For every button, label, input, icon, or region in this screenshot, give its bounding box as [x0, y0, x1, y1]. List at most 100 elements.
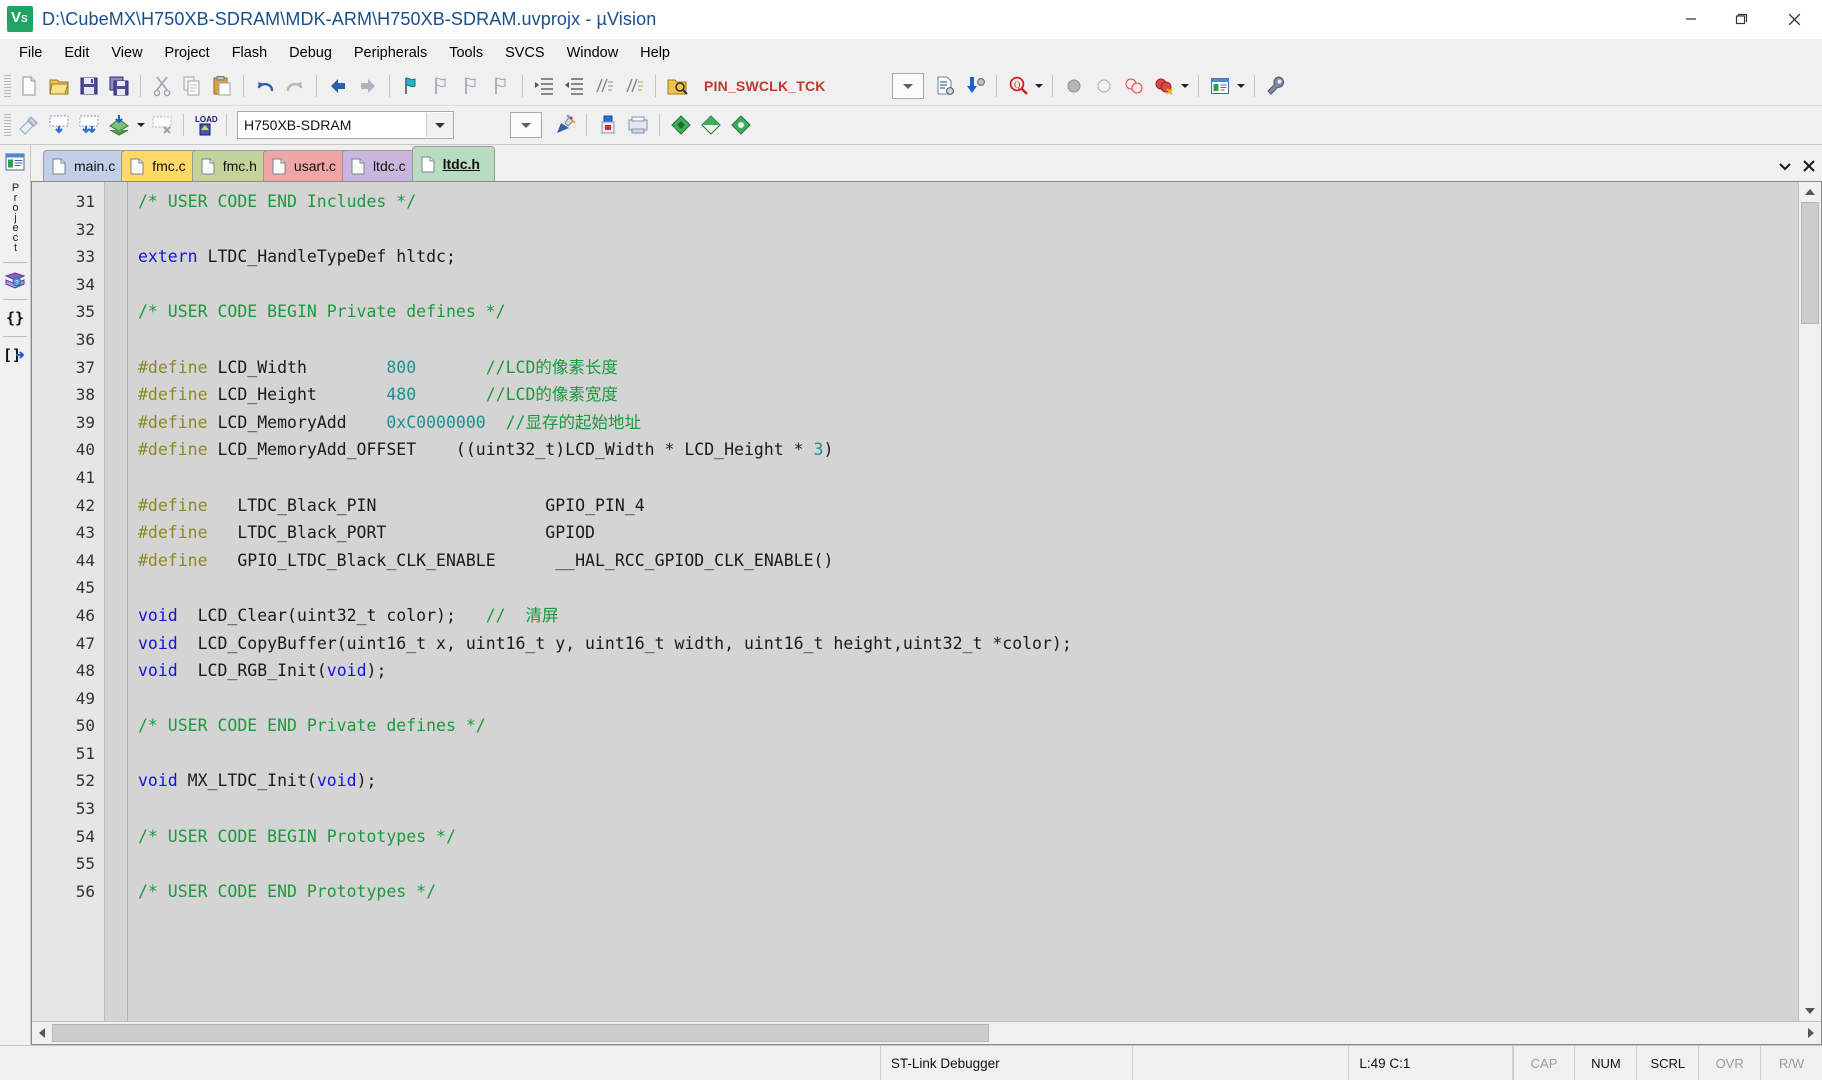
- menu-debug[interactable]: Debug: [278, 42, 343, 64]
- horizontal-scroll-thumb[interactable]: [52, 1024, 989, 1042]
- redo-icon[interactable]: [280, 71, 310, 101]
- code-line[interactable]: /* USER CODE END Includes */: [128, 188, 1798, 216]
- build-file-icon[interactable]: [44, 110, 74, 140]
- code-area[interactable]: /* USER CODE END Includes */ extern LTDC…: [128, 182, 1798, 1021]
- code-line[interactable]: [128, 326, 1798, 354]
- undo-icon[interactable]: [250, 71, 280, 101]
- save-all-icon[interactable]: [104, 71, 134, 101]
- code-line[interactable]: /* USER CODE BEGIN Private defines */: [128, 298, 1798, 326]
- new-file-icon[interactable]: [14, 71, 44, 101]
- tab-fmc-c[interactable]: fmc.c: [121, 150, 201, 181]
- window-manager-icon[interactable]: [1205, 71, 1235, 101]
- magnifier-icon[interactable]: Q: [1003, 71, 1033, 101]
- code-line[interactable]: /* USER CODE END Private defines */: [128, 712, 1798, 740]
- code-line[interactable]: void MX_LTDC_Init(void);: [128, 767, 1798, 795]
- bookmark-prev-icon[interactable]: [426, 71, 456, 101]
- menu-svcs[interactable]: SVCS: [494, 42, 556, 64]
- minimize-button[interactable]: [1666, 0, 1716, 38]
- bookmark-next-icon[interactable]: [456, 71, 486, 101]
- outdent-icon[interactable]: [559, 71, 589, 101]
- code-line[interactable]: void LCD_RGB_Init(void);: [128, 657, 1798, 685]
- target-dropdown-icon[interactable]: [426, 113, 453, 137]
- breakpoint-gray-icon[interactable]: [1059, 71, 1089, 101]
- paste-icon[interactable]: [207, 71, 237, 101]
- target-options-icon[interactable]: [550, 110, 580, 140]
- target-select[interactable]: H750XB-SDRAM: [237, 111, 454, 139]
- configure-file-icon[interactable]: [930, 71, 960, 101]
- menu-peripherals[interactable]: Peripherals: [343, 42, 438, 64]
- build-toolbar-grip[interactable]: [4, 114, 11, 136]
- menu-help[interactable]: Help: [629, 42, 681, 64]
- code-line[interactable]: #define LCD_Width 800 //LCD的像素长度: [128, 354, 1798, 382]
- batch-build-caret-icon[interactable]: [134, 110, 147, 140]
- scroll-left-arrow[interactable]: [32, 1022, 52, 1044]
- indent-icon[interactable]: [529, 71, 559, 101]
- code-line[interactable]: #define LTDC_Black_PIN GPIO_PIN_4: [128, 492, 1798, 520]
- rebuild-icon[interactable]: [104, 110, 134, 140]
- vertical-scroll-thumb[interactable]: [1801, 202, 1819, 324]
- breakpoint-disable-icon[interactable]: [1119, 71, 1149, 101]
- code-line[interactable]: #define LCD_MemoryAdd 0xC0000000 //显存的起始…: [128, 409, 1798, 437]
- menu-flash[interactable]: Flash: [221, 42, 278, 64]
- window-dropdown-caret-icon[interactable]: [1235, 71, 1248, 101]
- menu-window[interactable]: Window: [556, 42, 630, 64]
- dock-project-button[interactable]: [0, 148, 30, 176]
- tab-usart-c[interactable]: usart.c: [262, 150, 351, 181]
- pack-installer-icon[interactable]: [666, 110, 696, 140]
- dock-templates-button[interactable]: []: [0, 341, 30, 369]
- find-dropdown-icon[interactable]: [891, 73, 924, 99]
- code-line[interactable]: void LCD_CopyBuffer(uint16_t x, uint16_t…: [128, 630, 1798, 658]
- build-combo-dropdown-icon[interactable]: [510, 112, 542, 138]
- pack-icon[interactable]: [726, 110, 756, 140]
- breakpoint-kill-icon[interactable]: [1149, 71, 1179, 101]
- breakpoint-dropdown-caret-icon[interactable]: [1179, 71, 1192, 101]
- code-line[interactable]: [128, 740, 1798, 768]
- navigate-forward-icon[interactable]: [353, 71, 383, 101]
- uncomment-icon[interactable]: [619, 71, 649, 101]
- toolbar-grip[interactable]: [4, 75, 11, 97]
- code-line[interactable]: #define LCD_Height 480 //LCD的像素宽度: [128, 381, 1798, 409]
- find-combo[interactable]: PIN_SWCLK_TCK: [696, 73, 924, 99]
- close-button[interactable]: [1766, 0, 1822, 38]
- code-line[interactable]: /* USER CODE BEGIN Prototypes */: [128, 823, 1798, 851]
- configure-wrench-icon[interactable]: [1261, 71, 1291, 101]
- code-line[interactable]: [128, 464, 1798, 492]
- dock-books-button[interactable]: ?: [0, 267, 30, 295]
- dock-project-label[interactable]: Project: [10, 176, 22, 258]
- copy-icon[interactable]: [177, 71, 207, 101]
- magnifier-dropdown-caret-icon[interactable]: [1033, 71, 1046, 101]
- menu-tools[interactable]: Tools: [438, 42, 494, 64]
- tab-ltdc-h[interactable]: ltdc.h: [411, 146, 495, 181]
- menu-file[interactable]: File: [8, 42, 53, 64]
- horizontal-scrollbar[interactable]: [32, 1021, 1821, 1044]
- code-line[interactable]: [128, 574, 1798, 602]
- translate-icon[interactable]: [14, 110, 44, 140]
- scroll-down-arrow[interactable]: [1799, 1001, 1821, 1021]
- code-line[interactable]: #define LTDC_Black_PORT GPIOD: [128, 519, 1798, 547]
- bookmark-toggle-icon[interactable]: [396, 71, 426, 101]
- debug-insert-icon[interactable]: [960, 71, 990, 101]
- close-icon[interactable]: [1802, 159, 1816, 177]
- chevron-down-icon[interactable]: [1778, 159, 1792, 177]
- code-line[interactable]: /* USER CODE END Prototypes */: [128, 878, 1798, 906]
- code-line[interactable]: void LCD_Clear(uint32_t color); // 清屏: [128, 602, 1798, 630]
- scroll-up-arrow[interactable]: [1799, 182, 1821, 202]
- manage-project-icon[interactable]: [593, 110, 623, 140]
- code-line[interactable]: [128, 685, 1798, 713]
- code-line[interactable]: [128, 216, 1798, 244]
- comment-icon[interactable]: [589, 71, 619, 101]
- dock-functions-button[interactable]: {}: [0, 304, 30, 332]
- menu-view[interactable]: View: [100, 42, 153, 64]
- bookmark-clear-icon[interactable]: [486, 71, 516, 101]
- find-input[interactable]: PIN_SWCLK_TCK: [696, 78, 834, 94]
- horizontal-scroll-track[interactable]: [52, 1022, 1801, 1044]
- tab-ltdc-c[interactable]: ltdc.c: [341, 150, 421, 181]
- load-icon[interactable]: LOAD: [190, 110, 220, 140]
- code-line[interactable]: #define GPIO_LTDC_Black_CLK_ENABLE __HAL…: [128, 547, 1798, 575]
- menu-project[interactable]: Project: [154, 42, 221, 64]
- tab-fmc-h[interactable]: fmc.h: [191, 150, 272, 181]
- maximize-button[interactable]: [1716, 0, 1766, 38]
- pack-manager-icon[interactable]: [696, 110, 726, 140]
- build-target-icon[interactable]: [74, 110, 104, 140]
- manage-multi-icon[interactable]: [623, 110, 653, 140]
